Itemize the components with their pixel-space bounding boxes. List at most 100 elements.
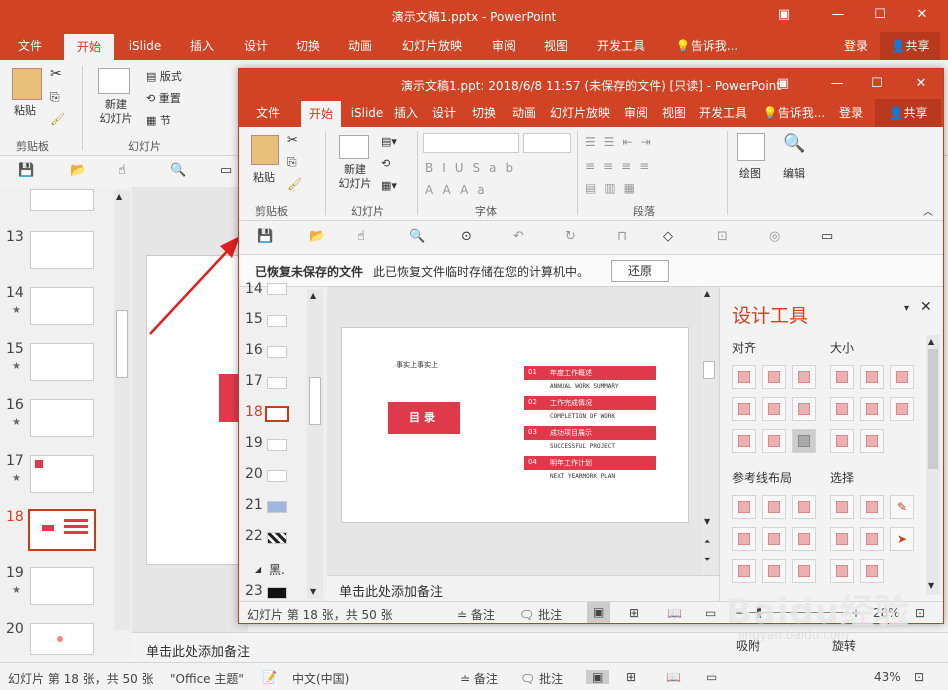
slide-thumbnail[interactable] <box>30 567 94 605</box>
tab-design[interactable]: 设计 <box>427 99 461 127</box>
tab-islide[interactable]: iSlide <box>345 99 389 127</box>
align-center-button[interactable] <box>762 365 786 389</box>
open-folder-icon[interactable]: 📂 <box>309 229 325 244</box>
crop-icon[interactable]: ⊡ <box>717 229 728 244</box>
tab-insert[interactable]: 插入 <box>389 99 423 127</box>
fit-window-icon[interactable]: ⊡ <box>914 670 924 684</box>
new-slide-label[interactable]: 新建 幻灯片 <box>94 98 138 126</box>
font-size-box[interactable] <box>523 133 571 153</box>
tab-review[interactable]: 审阅 <box>619 99 653 127</box>
scroll-up-icon[interactable]: ▲ <box>704 289 710 298</box>
same-size-button[interactable] <box>890 365 914 389</box>
tab-file[interactable]: 文件 <box>8 32 52 60</box>
ribbon-display-icon[interactable]: ▣ <box>766 0 802 32</box>
close-button[interactable]: ✕ <box>904 0 940 32</box>
tab-view[interactable]: 视图 <box>657 99 691 127</box>
copy-icon[interactable]: ⎘ <box>287 155 297 170</box>
scroll-up-icon[interactable]: ▲ <box>116 192 122 201</box>
tab-view[interactable]: 视图 <box>534 32 578 60</box>
tab-review[interactable]: 审阅 <box>482 32 526 60</box>
font-name-box[interactable] <box>423 133 519 153</box>
scroll-down-icon[interactable]: ▼ <box>928 581 934 590</box>
canvas-scrollbar[interactable]: ▲ ▼ ⏶ ⏷ <box>701 287 717 575</box>
section-icon[interactable]: ▦▾ <box>381 179 397 192</box>
slideshow-start-icon[interactable]: ⊙ <box>461 229 472 244</box>
slide-thumbnail[interactable] <box>30 623 94 655</box>
select-color-button[interactable] <box>860 495 884 519</box>
slide-thumbnail[interactable] <box>267 532 287 544</box>
zoom-level[interactable]: 43% <box>874 670 901 684</box>
select-group-button[interactable] <box>830 527 854 551</box>
scroll-down-icon[interactable]: ▼ <box>704 517 710 526</box>
magic-wand-icon[interactable]: ✎ <box>890 495 914 519</box>
guide-top-button[interactable] <box>732 527 756 551</box>
tab-transitions[interactable]: 切换 <box>467 99 501 127</box>
drawing-label[interactable]: 绘图 <box>739 165 761 181</box>
list-icons[interactable]: ☰☰⇤⇥ <box>585 135 659 149</box>
tab-insert[interactable]: 插入 <box>180 32 224 60</box>
align-right-button[interactable] <box>792 365 816 389</box>
slide-thumbnail-selected[interactable] <box>265 406 289 422</box>
scroll-down-icon[interactable]: ▼ <box>310 587 316 596</box>
maximize-button[interactable]: ☐ <box>862 0 898 32</box>
pane-close-icon[interactable]: ✕ <box>920 299 932 315</box>
select-layer-button[interactable] <box>860 527 884 551</box>
slide-thumbnail[interactable] <box>267 377 287 389</box>
slide-thumbnail[interactable] <box>267 283 287 295</box>
tab-home[interactable]: 开始 <box>64 34 114 60</box>
same-width-button[interactable] <box>830 365 854 389</box>
copy-icon[interactable]: ⎘ <box>50 90 60 105</box>
undo-icon[interactable]: ↶ <box>513 229 524 244</box>
print-preview-icon[interactable]: 🔍 <box>170 163 186 178</box>
scissors-icon[interactable]: ✂ <box>50 66 62 82</box>
redo-icon[interactable]: ↻ <box>565 229 576 244</box>
shape-fill-icon[interactable]: ◇ <box>663 229 673 244</box>
collapse-ribbon-icon[interactable]: ︿ <box>923 203 933 218</box>
language-label[interactable]: 中文(中国) <box>292 670 349 687</box>
minimize-button[interactable]: — <box>819 69 855 99</box>
pane-scrollbar[interactable]: ▲ ▼ <box>926 335 940 595</box>
save-icon[interactable]: 💾 <box>257 229 273 244</box>
tab-design[interactable]: 设计 <box>234 32 278 60</box>
section-collapse-icon[interactable]: ◢ <box>255 565 261 574</box>
size-v-button[interactable] <box>860 397 884 421</box>
comments-button[interactable]: 🗨 批注 <box>519 606 562 623</box>
notes-button[interactable]: ≐ 备注 <box>457 606 495 623</box>
share-button[interactable]: 👤共享 <box>880 32 940 60</box>
size-fit-button[interactable] <box>890 397 914 421</box>
touch-mode-icon[interactable]: ☝ <box>118 163 126 178</box>
front-notes-pane[interactable]: 单击此处添加备注 <box>327 575 719 601</box>
align-top-button[interactable] <box>732 397 756 421</box>
guide-right-button[interactable] <box>792 495 816 519</box>
prev-slide-icon[interactable]: ⏶ <box>704 537 710 547</box>
slide-thumbnail[interactable] <box>30 343 94 381</box>
minimize-button[interactable]: — <box>820 0 856 32</box>
back-thumbnail-pane[interactable]: 13 14 ★ 15 ★ 16 ★ 17 ★ 18 19 ★ 20 <box>0 187 132 657</box>
tab-slideshow[interactable]: 幻灯片放映 <box>545 99 615 127</box>
size-h-button[interactable] <box>830 397 854 421</box>
tell-me-box[interactable]: 💡告诉我... <box>759 99 829 127</box>
drawing-shapes-icon[interactable] <box>737 133 765 161</box>
align-bottom-button[interactable] <box>792 397 816 421</box>
guide-margin-button[interactable] <box>762 559 786 583</box>
tab-developer[interactable]: 开发工具 <box>590 32 652 60</box>
slide-thumbnail[interactable] <box>267 346 287 358</box>
slide-thumbnail[interactable] <box>267 315 287 327</box>
spellcheck-icon[interactable]: 📝 <box>262 670 277 684</box>
guide-left-button[interactable] <box>732 495 756 519</box>
editing-label[interactable]: 编辑 <box>783 165 805 181</box>
close-button[interactable]: ✕ <box>903 69 939 99</box>
print-preview-icon[interactable]: 🔍 <box>409 229 425 244</box>
slide-thumbnail[interactable] <box>267 587 287 599</box>
comments-button[interactable]: 🗨 批注 <box>520 670 563 687</box>
scroll-thumb[interactable] <box>928 349 938 469</box>
tab-developer[interactable]: 开发工具 <box>695 99 751 127</box>
slide-thumbnail-selected[interactable] <box>28 509 96 551</box>
slideshow-view-icon[interactable]: ▭ <box>705 606 716 620</box>
font-style-icons[interactable]: BIUSab <box>425 161 522 175</box>
fit-window-icon[interactable]: ⊡ <box>915 606 925 620</box>
lock-icon[interactable]: ⊓ <box>617 229 627 244</box>
size-expand-button[interactable] <box>860 429 884 453</box>
login-link[interactable]: 登录 <box>833 99 869 127</box>
font-color-icons[interactable]: AAAa <box>425 183 494 197</box>
